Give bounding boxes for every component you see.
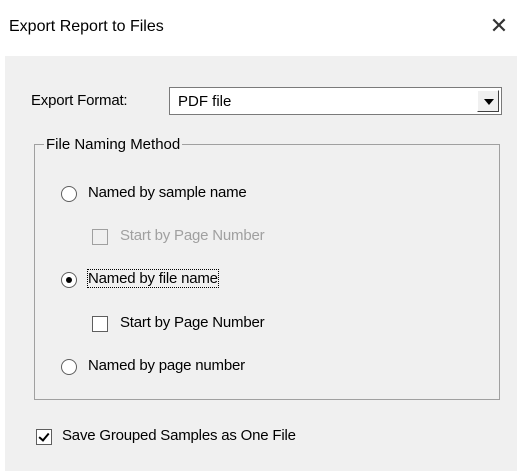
checkbox-start-by-page-number-1[interactable]	[92, 229, 108, 245]
radio-label-named-by-sample-name[interactable]: Named by sample name	[88, 184, 247, 201]
title-bar: Export Report to Files ✕	[0, 0, 517, 56]
chevron-down-icon[interactable]	[477, 90, 499, 112]
export-format-value: PDF file	[178, 93, 232, 110]
export-format-label: Export Format:	[31, 92, 128, 109]
checkbox-label-start-by-page-number-1: Start by Page Number	[120, 227, 265, 244]
radio-named-by-file-name[interactable]	[61, 272, 77, 288]
checkbox-label-save-grouped-samples[interactable]: Save Grouped Samples as One File	[62, 427, 296, 444]
radio-named-by-sample-name[interactable]	[61, 186, 77, 202]
dialog-title: Export Report to Files	[9, 18, 164, 35]
checkbox-save-grouped-samples[interactable]	[36, 429, 52, 445]
close-icon[interactable]: ✕	[487, 14, 511, 38]
checkbox-label-start-by-page-number-2[interactable]: Start by Page Number	[120, 314, 265, 331]
export-format-select[interactable]: PDF file	[169, 87, 502, 115]
radio-label-named-by-file-name[interactable]: Named by file name	[87, 269, 219, 288]
radio-named-by-page-number[interactable]	[61, 359, 77, 375]
checkbox-start-by-page-number-2[interactable]	[92, 316, 108, 332]
radio-label-named-by-page-number[interactable]: Named by page number	[88, 357, 245, 374]
file-naming-group-label: File Naming Method	[44, 136, 183, 153]
